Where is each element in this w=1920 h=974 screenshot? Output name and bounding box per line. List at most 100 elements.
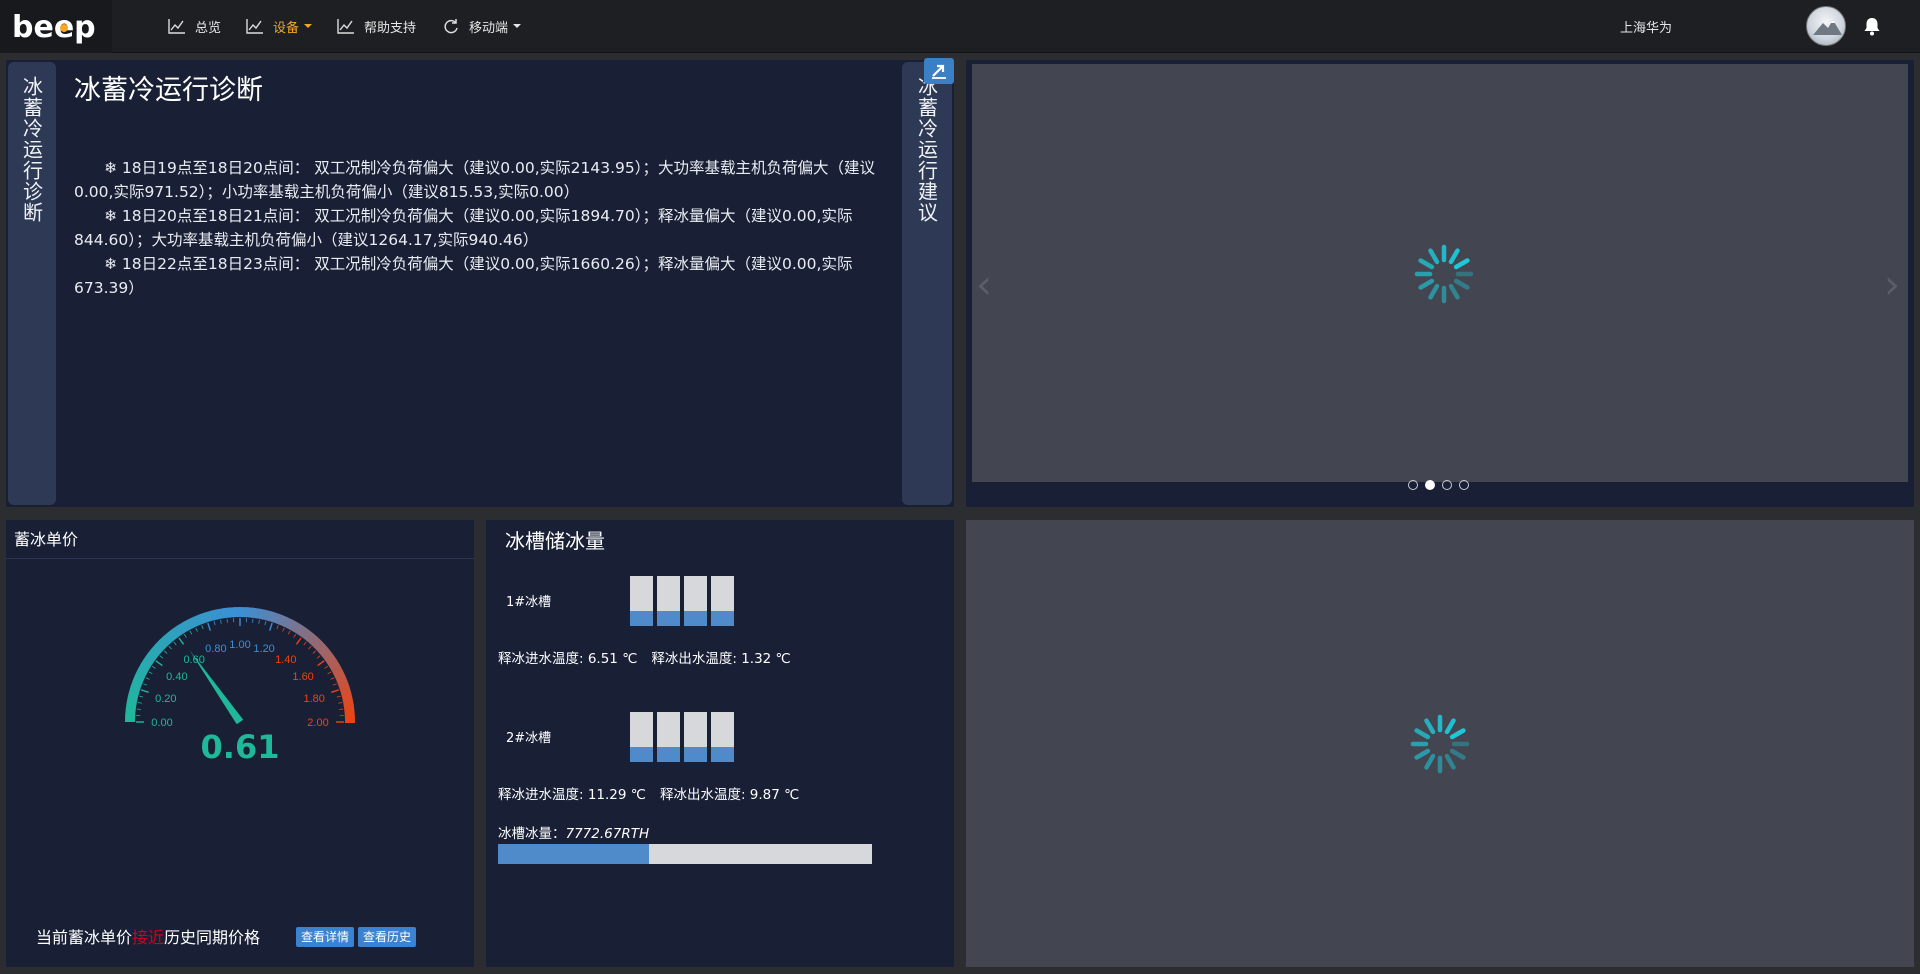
gauge-tick [137, 702, 142, 704]
nav-overview-label: 总览 [195, 20, 222, 36]
tank-cell-fill [684, 611, 707, 626]
gauge-tick [312, 650, 317, 654]
gauge-tick [287, 630, 291, 635]
outlet-temp: 释冰出水温度: 1.32 ℃ [651, 651, 791, 667]
spinner-spoke [1418, 258, 1435, 270]
gauge-tick [207, 622, 212, 631]
tank-cell [684, 576, 707, 626]
gauge-tick [252, 618, 254, 623]
tank-cell-fill [711, 611, 734, 626]
expand-button[interactable] [924, 58, 954, 84]
svg-text:beep: beep [12, 10, 96, 44]
gauge-tick-label: 1.20 [253, 643, 274, 655]
line-chart-icon [337, 19, 354, 34]
gauge-tick [324, 665, 329, 669]
gauge-tick [168, 645, 172, 650]
outlet-temp: 释冰出水温度: 9.87 ℃ [659, 787, 800, 803]
carousel-dot[interactable] [1425, 480, 1435, 490]
line-chart-icon [168, 19, 185, 34]
tank-1-level [630, 576, 734, 626]
spinner-spoke [1444, 718, 1456, 735]
view-history-button[interactable]: 查看历史 [358, 927, 417, 947]
refresh-icon [444, 19, 458, 34]
top-navbar: beep 总览 设备 帮助支持 移动端 上海华为 [0, 0, 1920, 53]
gauge-tick [173, 641, 177, 646]
gauge-tick [143, 683, 148, 686]
user-name[interactable]: 上海华为 [1620, 17, 1672, 36]
carousel-dot[interactable] [1408, 480, 1418, 490]
gauge-tick [303, 641, 307, 646]
chevron-down-icon [513, 24, 522, 28]
tab-diagnosis[interactable]: 冰蓄冷运行诊断 [8, 62, 56, 505]
tank-2-temps: 释冰进水温度: 11.29 ℃ 释冰出水温度: 9.87 ℃ [498, 783, 813, 803]
inlet-temp: 释冰进水温度: 6.51 ℃ [498, 651, 638, 667]
gauge-tick [178, 637, 185, 645]
panel-title: 冰槽储冰量 [505, 529, 605, 553]
bell-icon[interactable] [1862, 16, 1882, 36]
gauge-value: 0.61 [200, 728, 280, 766]
gauge-tick [338, 702, 343, 704]
tank-cell [630, 712, 653, 762]
gauge-tick [276, 625, 279, 630]
view-detail-button[interactable]: 查看详情 [296, 927, 355, 947]
spinner-spoke [1449, 748, 1466, 760]
gauge-tick [332, 683, 337, 686]
gauge-tick [293, 633, 297, 638]
gauge-tick [336, 695, 341, 698]
tank-cell [684, 712, 707, 762]
chevron-down-icon [304, 24, 313, 28]
gauge-tick [316, 655, 321, 659]
tank-label: 1#冰槽 [506, 595, 552, 610]
gauge-tick [139, 695, 144, 698]
capacity-label: 冰槽冰量：7772.67RTH [498, 822, 649, 842]
avatar[interactable] [1806, 6, 1846, 46]
carousel-dot[interactable] [1459, 480, 1469, 490]
nav-mobile[interactable]: 移动端 [442, 15, 522, 37]
tank-label: 2#冰槽 [506, 731, 552, 746]
carousel-prev-button[interactable]: ‹ [976, 262, 992, 308]
carousel-next-button[interactable]: › [1884, 262, 1900, 308]
capacity-progress-bar [498, 844, 872, 864]
nav-help[interactable]: 帮助支持 [337, 15, 416, 37]
gauge-tick-label: 2.00 [307, 717, 328, 729]
tank-2-level [630, 712, 734, 762]
gauge-tick [258, 619, 260, 624]
tank-1-temps: 释冰进水温度: 6.51 ℃ 释冰出水温度: 1.32 ℃ [498, 647, 805, 667]
nav-help-label: 帮助支持 [364, 20, 417, 36]
capacity-value: 7772.67RTH [565, 826, 650, 842]
tank-cell [630, 576, 653, 626]
tab-diagnosis-label: 冰蓄冷运行诊断 [19, 76, 44, 223]
line-chart-icon [246, 19, 263, 34]
gauge-tick-label: 0.60 [183, 654, 204, 666]
tank-cell-fill [657, 747, 680, 762]
tank-cell-fill [711, 747, 734, 762]
gauge-tick [159, 655, 164, 659]
spinner-spoke [1418, 278, 1435, 290]
diagnosis-line: ❄ 18日20点至18日21点间： 双工况制冷负荷偏大（建议0.00,实际189… [74, 207, 853, 249]
nav-overview[interactable]: 总览 [168, 15, 221, 37]
price-note-suffix: 历史同期价格 [164, 928, 261, 947]
gauge-tick-label: 1.00 [229, 639, 250, 651]
price-note-highlight: 接近 [132, 928, 165, 947]
tank-cell [711, 712, 734, 762]
loading-spinner-icon [1410, 714, 1470, 774]
gauge-tick-label: 1.80 [303, 693, 324, 705]
tab-suggestion-label: 冰蓄冷运行建议 [914, 76, 939, 223]
gauge-tick [136, 708, 141, 710]
gauge-tick [155, 660, 163, 667]
nav-mobile-label: 移动端 [469, 20, 509, 36]
gauge-tick [148, 671, 153, 675]
carousel-indicators [1408, 480, 1469, 490]
tab-suggestion[interactable]: 冰蓄冷运行建议 [902, 62, 952, 505]
nav-devices-label: 设备 [273, 20, 300, 36]
gauge-tick [226, 618, 228, 623]
logo[interactable]: beep [0, 0, 112, 53]
price-gauge: 0.00 0.20 0.40 0.600.80 1.00 1.201.40 1.60 1.80… [125, 607, 355, 729]
nav-devices[interactable]: 设备 [246, 15, 313, 37]
price-note-prefix: 当前蓄冰单价 [36, 928, 133, 947]
gauge-tick [339, 708, 344, 710]
capacity-label-text: 冰槽冰量： [498, 826, 566, 842]
gauge-tick-label: 0.80 [205, 643, 226, 655]
carousel-dot[interactable] [1442, 480, 1452, 490]
gauge-tick [327, 671, 332, 675]
